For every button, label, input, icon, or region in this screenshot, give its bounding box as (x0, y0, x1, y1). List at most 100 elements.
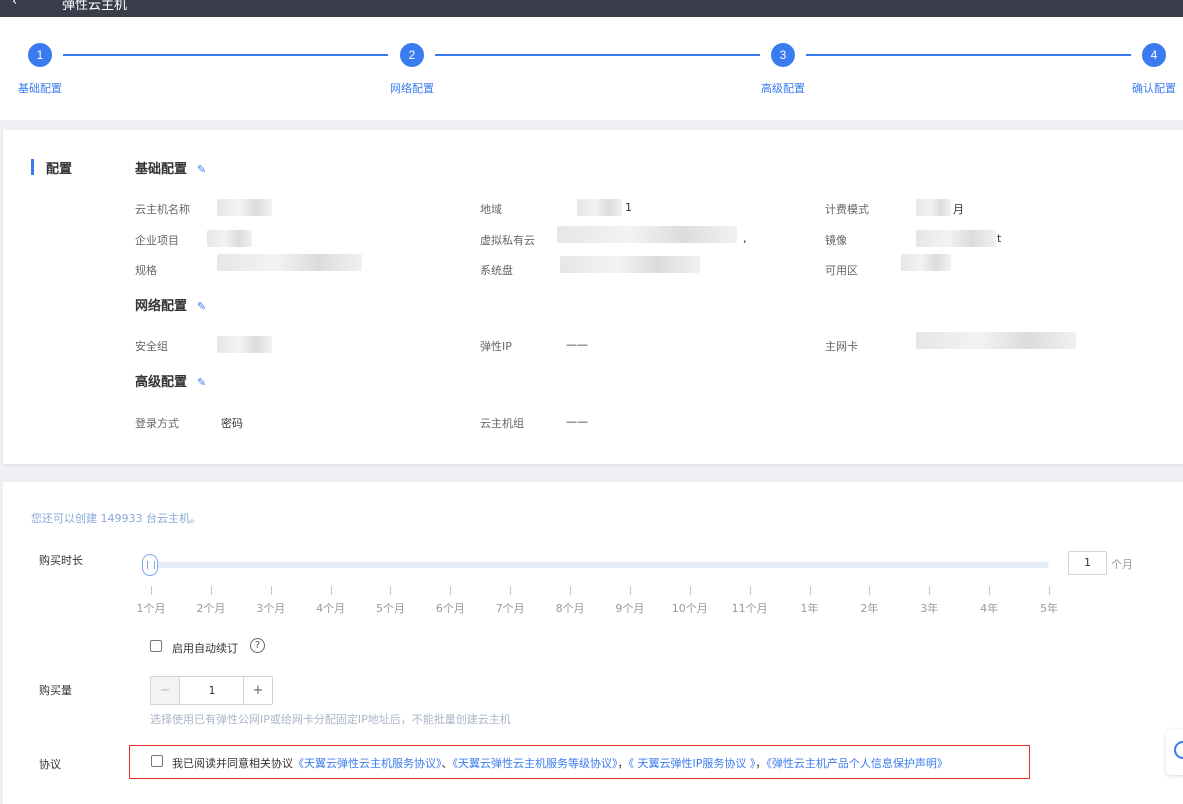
masked-value (217, 199, 272, 216)
duration-tick (989, 586, 991, 595)
eip-value: —— (566, 338, 588, 351)
duration-tick-label[interactable]: 4年 (980, 600, 998, 616)
agreement-link-sla[interactable]: 《天翼云弹性云主机服务等级协议》 (453, 757, 618, 770)
top-header: ‹ 弹性云主机 (0, 0, 1183, 17)
edit-pencil-icon[interactable]: ✎ (197, 163, 206, 176)
field-image-label: 镜像 (825, 234, 847, 247)
basic-config-title: 基础配置 ✎ (135, 158, 206, 177)
masked-value (901, 254, 951, 271)
duration-tick-label[interactable]: 6个月 (436, 600, 465, 616)
step-2-label: 网络配置 (390, 82, 434, 95)
step-progress: 1 2 3 4 基础配置 网络配置 高级配置 确认配置 (0, 17, 1183, 120)
field-disk-label: 系统盘 (480, 264, 513, 277)
agreement-text: 我已阅读并同意相关协议《天翼云弹性云主机服务协议》、《天翼云弹性云主机服务等级协… (172, 755, 948, 771)
step-1-dot: 1 (28, 43, 52, 67)
duration-unit: 个月 (1111, 558, 1133, 571)
agreement-box: 我已阅读并同意相关协议《天翼云弹性云主机服务协议》、《天翼云弹性云主机服务等级协… (129, 745, 1030, 779)
masked-value (207, 230, 252, 247)
duration-tick (869, 586, 871, 595)
duration-tick-label[interactable]: 8个月 (556, 600, 585, 616)
edit-pencil-icon[interactable]: ✎ (197, 376, 206, 389)
agreement-label: 协议 (39, 758, 61, 771)
duration-tick-label[interactable]: 11个月 (732, 600, 768, 616)
quantity-plus-button[interactable]: + (243, 677, 272, 704)
quota-hint: 您还可以创建 149933 台云主机。 (31, 512, 201, 525)
step-connector (63, 54, 388, 56)
duration-tick-label[interactable]: 3个月 (256, 600, 285, 616)
step-3-label: 高级配置 (761, 82, 805, 95)
page-title: 弹性云主机 (62, 0, 128, 13)
quantity-input[interactable]: 1 (180, 677, 244, 704)
duration-tick-label[interactable]: 10个月 (672, 600, 708, 616)
agreement-prefix: 我已阅读并同意相关协议 (172, 757, 293, 770)
duration-tick (450, 586, 452, 595)
billing-value-tail: 月 (953, 203, 964, 216)
duration-tick (689, 586, 691, 595)
duration-tick-label[interactable]: 2年 (860, 600, 878, 616)
config-section-title: 配置 (46, 162, 73, 177)
step-1-label: 基础配置 (18, 82, 62, 95)
duration-slider-track[interactable] (148, 562, 1049, 568)
agreement-link-eip[interactable]: 《 天翼云弹性IP服务协议 》 (629, 757, 756, 770)
auto-renew-label[interactable]: 启用自动续订 (172, 640, 238, 656)
field-region-label: 地域 (480, 203, 502, 216)
masked-value (217, 254, 362, 271)
duration-tick-label[interactable]: 1个月 (137, 600, 166, 616)
step-3-dot: 3 (771, 43, 795, 67)
masked-value (916, 199, 951, 216)
network-config-title-text: 网络配置 (135, 299, 188, 314)
back-arrow-icon[interactable]: ‹ (12, 0, 17, 9)
purchase-card: 您还可以创建 149933 台云主机。 购买时长 1个月 2个月 3个月 4个月 5个月… (3, 482, 1183, 804)
duration-tick (270, 586, 272, 595)
masked-value (577, 199, 622, 216)
step-connector (435, 54, 760, 56)
duration-tick-label[interactable]: 3年 (920, 600, 938, 616)
field-eip-label: 弹性IP (480, 340, 512, 353)
duration-input[interactable]: 1 (1068, 551, 1107, 575)
field-login-label: 登录方式 (135, 417, 179, 430)
help-icon[interactable]: ? (250, 638, 265, 653)
duration-tick-label[interactable]: 1年 (801, 600, 819, 616)
support-widget[interactable] (1166, 729, 1183, 775)
field-vpc-label: 虚拟私有云 (480, 234, 535, 247)
quantity-hint: 选择使用已有弹性公网IP或给网卡分配固定IP地址后，不能批量创建云主机 (150, 713, 511, 726)
agreement-separator: 、 (441, 757, 453, 770)
auto-renew-checkbox[interactable] (150, 640, 162, 652)
duration-tick (510, 586, 512, 595)
duration-slider-handle[interactable] (142, 554, 158, 576)
duration-tick (151, 586, 152, 595)
field-billing-label: 计费模式 (825, 203, 869, 216)
group-value: —— (566, 415, 588, 428)
duration-label: 购买时长 (39, 554, 83, 567)
edit-pencil-icon[interactable]: ✎ (197, 300, 206, 313)
support-icon (1174, 741, 1183, 759)
masked-value (560, 256, 700, 273)
duration-tick (809, 586, 811, 595)
quantity-stepper: − 1 + (150, 676, 273, 705)
section-accent-bar (31, 159, 34, 175)
duration-tick-label[interactable]: 7个月 (496, 600, 525, 616)
field-spec-label: 规格 (135, 264, 157, 277)
duration-tick (1049, 586, 1050, 595)
duration-tick-label[interactable]: 2个月 (196, 600, 225, 616)
masked-value (217, 336, 272, 353)
field-group-label: 云主机组 (480, 417, 524, 430)
duration-tick-label[interactable]: 4个月 (316, 600, 345, 616)
masked-value (916, 230, 996, 247)
step-4-label: 确认配置 (1132, 82, 1176, 95)
masked-value (557, 226, 737, 243)
config-summary-card: 配置 基础配置 ✎ 云主机名称 地域 1 计费模式 月 企业项目 虚拟私有云 , … (3, 130, 1183, 464)
duration-tick-label[interactable]: 9个月 (615, 600, 644, 616)
duration-tick-label[interactable]: 5个月 (376, 600, 405, 616)
quantity-minus-button[interactable]: − (151, 677, 180, 704)
duration-tick-label[interactable]: 5年 (1040, 600, 1058, 616)
image-value-tail: t (997, 232, 1002, 245)
field-nic-label: 主网卡 (825, 340, 858, 353)
region-value-tail: 1 (625, 201, 632, 214)
agreement-separator: ， (755, 757, 767, 770)
step-2-dot: 2 (400, 43, 424, 67)
agreement-link-service[interactable]: 《天翼云弹性云主机服务协议》 (293, 757, 442, 770)
field-name-label: 云主机名称 (135, 203, 190, 216)
agreement-link-privacy[interactable]: 《弹性云主机产品个人信息保护声明》 (766, 757, 948, 770)
agreement-checkbox[interactable] (151, 755, 163, 767)
